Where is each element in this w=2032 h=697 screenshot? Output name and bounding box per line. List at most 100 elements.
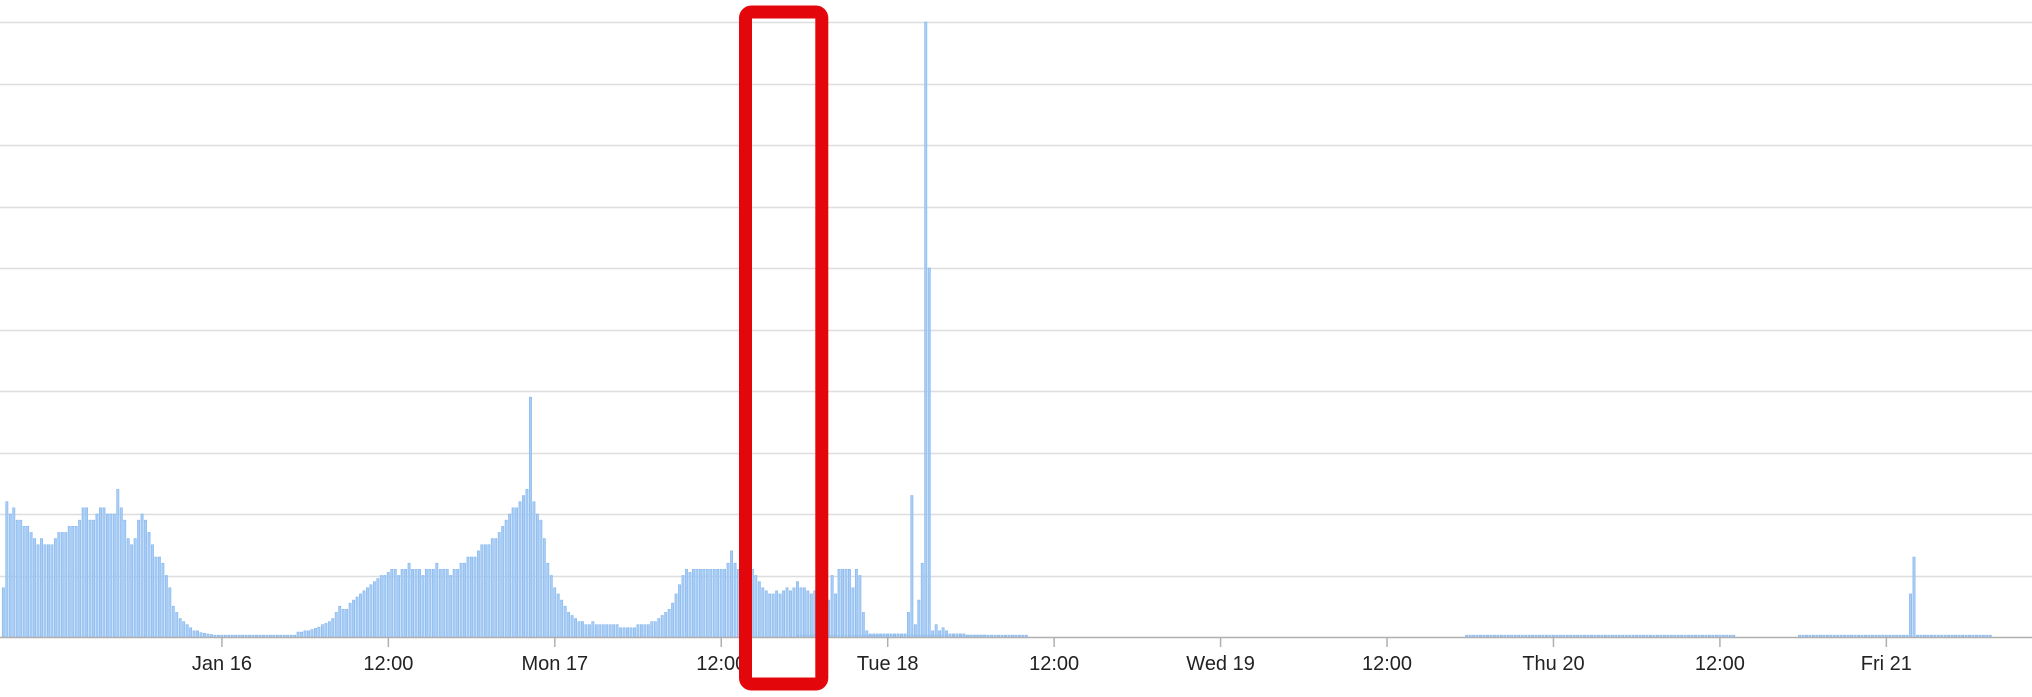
bar — [705, 569, 709, 638]
bar — [504, 519, 508, 638]
bar — [43, 544, 47, 638]
bar — [1850, 634, 1854, 638]
bar — [1, 587, 5, 638]
bar — [1933, 634, 1937, 638]
bar — [965, 634, 969, 638]
bar — [782, 590, 786, 638]
bar — [906, 612, 910, 638]
bar — [1600, 634, 1604, 638]
bar — [223, 634, 227, 638]
bar — [733, 562, 737, 638]
bar — [799, 634, 803, 638]
bar — [1517, 634, 1521, 638]
bar — [418, 569, 421, 638]
bar — [310, 629, 314, 638]
chart: Jan 16 12:00 Mon 17 12:00 Tue 18 12:00 Wed 19 1… — [0, 5, 2032, 691]
bar — [317, 626, 321, 638]
bar — [841, 569, 844, 638]
bar — [1555, 634, 1559, 638]
bar — [622, 627, 626, 638]
bar — [529, 396, 532, 638]
bar — [15, 519, 19, 638]
bar — [851, 587, 855, 638]
bar — [314, 628, 317, 638]
bar — [1676, 634, 1680, 638]
bar — [584, 624, 588, 638]
bar — [889, 634, 893, 638]
bar — [910, 634, 914, 638]
bar — [175, 612, 179, 638]
bar — [1489, 634, 1493, 638]
bar — [1725, 634, 1729, 638]
bar — [383, 575, 387, 638]
bar — [105, 513, 109, 638]
bar — [1021, 634, 1025, 638]
bar — [411, 569, 414, 638]
bar — [1905, 634, 1909, 638]
bar — [837, 634, 841, 638]
bar — [587, 624, 591, 638]
bar — [931, 634, 935, 638]
bar — [834, 593, 838, 638]
bar — [237, 634, 241, 638]
bar — [85, 507, 89, 638]
bar — [626, 627, 629, 638]
bar — [220, 634, 224, 638]
bar — [123, 519, 127, 638]
bar — [619, 627, 623, 638]
bar — [1503, 634, 1507, 638]
bar — [920, 634, 924, 638]
bar — [532, 501, 536, 638]
bar — [144, 519, 147, 638]
bar — [1690, 634, 1694, 638]
bar — [1638, 634, 1642, 638]
bar — [1492, 634, 1496, 638]
bar — [1919, 634, 1923, 638]
bar — [199, 632, 203, 638]
bar — [591, 621, 595, 638]
bar — [1857, 634, 1860, 638]
bar — [275, 634, 279, 638]
bar — [969, 634, 973, 638]
bar — [695, 569, 699, 638]
bar — [1635, 634, 1639, 638]
bar — [948, 634, 952, 638]
bar — [154, 556, 158, 638]
bar — [50, 544, 54, 638]
bar — [511, 507, 515, 638]
bar — [324, 623, 328, 638]
bar — [854, 569, 858, 638]
bar — [137, 519, 141, 638]
bar — [88, 519, 92, 638]
bar — [896, 634, 900, 638]
bar — [1943, 634, 1947, 638]
bar — [171, 605, 175, 638]
x-tick-label: 12:00 — [1695, 653, 1745, 675]
bar — [369, 584, 373, 638]
bar — [945, 634, 948, 638]
bar — [917, 634, 921, 638]
bar — [809, 593, 813, 638]
bar — [1506, 634, 1510, 638]
bar — [345, 609, 349, 638]
bar — [1465, 634, 1469, 638]
bar — [407, 562, 411, 638]
bar — [1590, 634, 1593, 638]
bar — [685, 569, 688, 638]
x-tick-label: Thu 20 — [1522, 653, 1584, 675]
bar — [1520, 634, 1524, 638]
bar — [1562, 634, 1566, 638]
bar — [1860, 634, 1864, 638]
bar — [723, 569, 727, 638]
bar — [251, 634, 255, 638]
bar — [1874, 634, 1878, 638]
bar — [1888, 634, 1892, 638]
bar — [560, 599, 564, 638]
bar — [1673, 634, 1677, 638]
bar — [698, 569, 702, 638]
bar — [789, 590, 792, 638]
bar — [452, 569, 456, 638]
bar — [667, 609, 671, 638]
bar — [1936, 634, 1940, 638]
x-tick-label: Fri 21 — [1861, 653, 1912, 675]
